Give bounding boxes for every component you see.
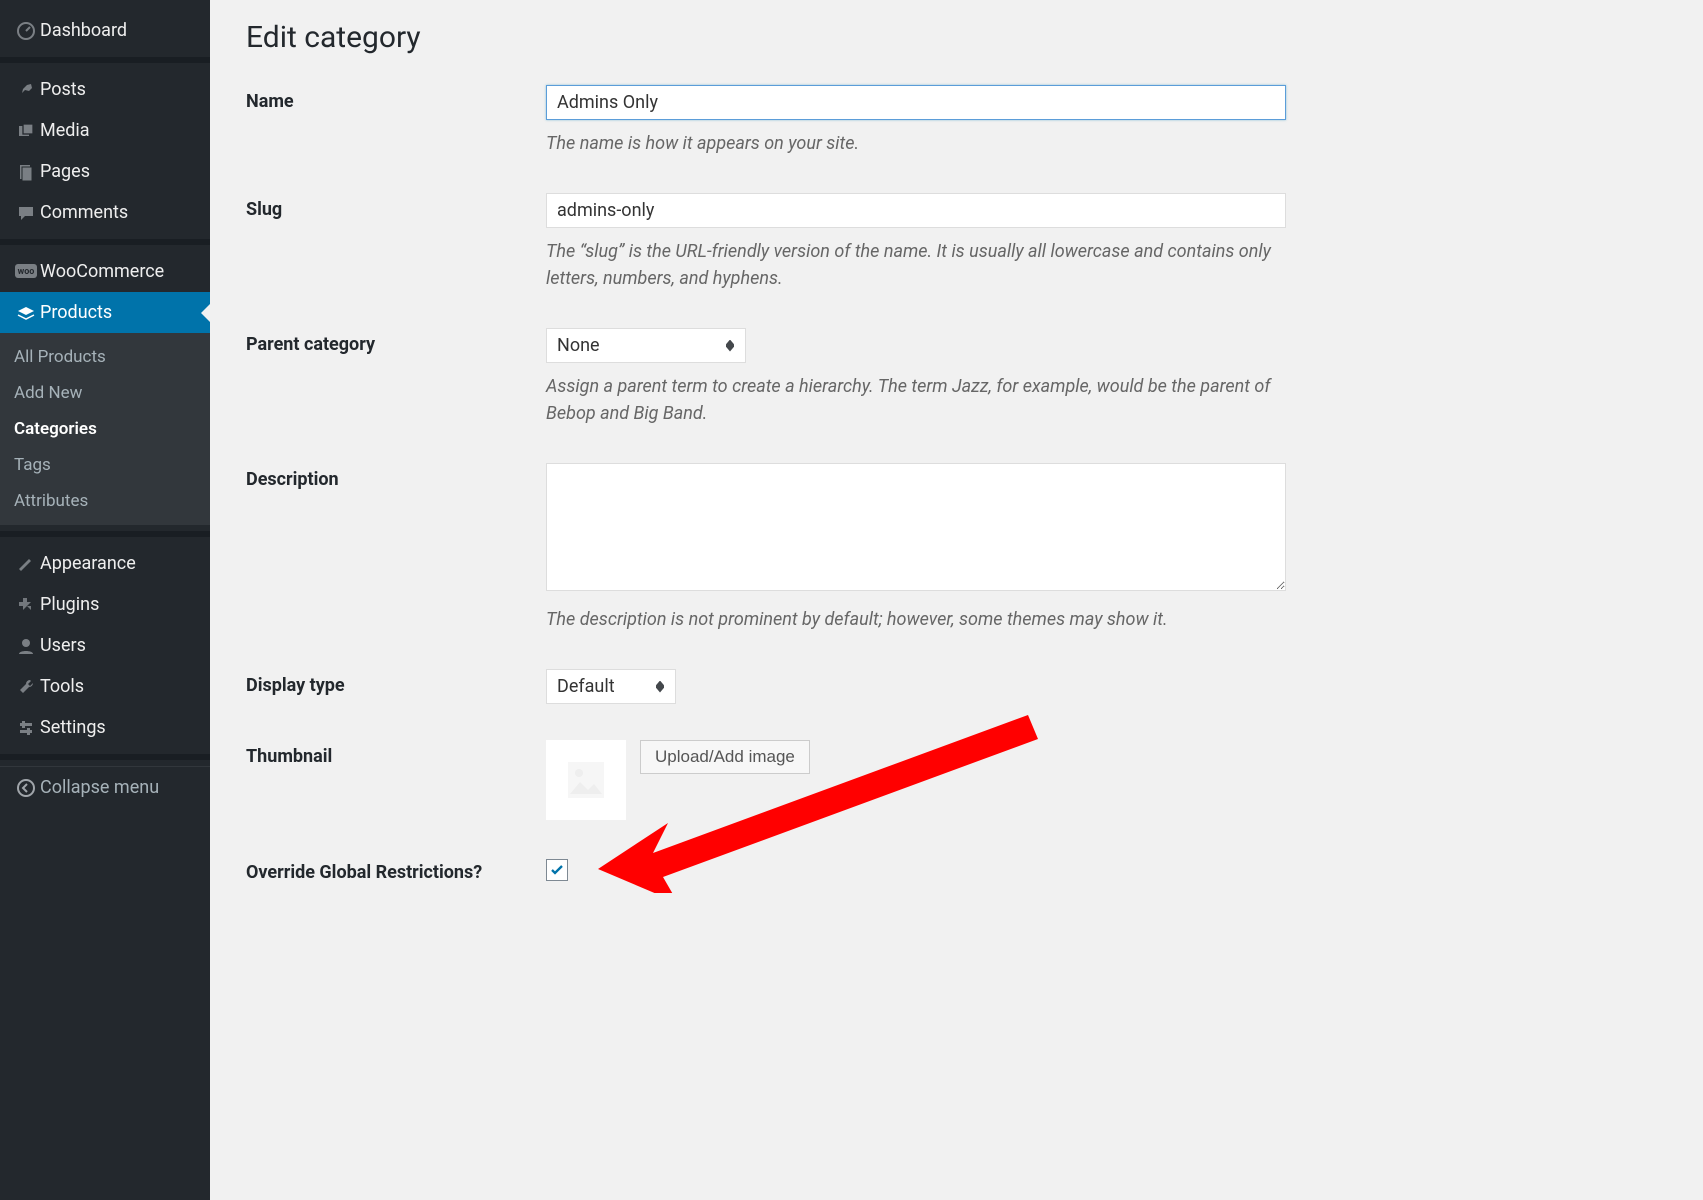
pages-icon bbox=[12, 162, 40, 182]
sidebar-item-products[interactable]: Products bbox=[0, 292, 210, 333]
products-icon bbox=[12, 303, 40, 323]
sidebar-item-woocommerce[interactable]: woo WooCommerce bbox=[0, 251, 210, 292]
sidebar-item-settings[interactable]: Settings bbox=[0, 707, 210, 748]
description-label: Description bbox=[246, 463, 546, 490]
sidebar-item-label: Comments bbox=[40, 202, 128, 223]
row-name: Name The name is how it appears on your … bbox=[246, 85, 1667, 157]
sidebar-item-label: Settings bbox=[40, 717, 106, 738]
upload-image-button[interactable]: Upload/Add image bbox=[640, 740, 810, 774]
slug-label: Slug bbox=[246, 193, 546, 220]
sidebar-item-plugins[interactable]: Plugins bbox=[0, 584, 210, 625]
description-textarea[interactable] bbox=[546, 463, 1286, 591]
sidebar-item-media[interactable]: Media bbox=[0, 110, 210, 151]
appearance-icon bbox=[12, 554, 40, 574]
submenu-attributes[interactable]: Attributes bbox=[0, 483, 210, 519]
sidebar-item-posts[interactable]: Posts bbox=[0, 69, 210, 110]
admin-sidebar: Dashboard Posts Media Pages Comments woo… bbox=[0, 0, 210, 1200]
sidebar-item-appearance[interactable]: Appearance bbox=[0, 543, 210, 584]
row-display-type: Display type Default bbox=[246, 669, 1667, 704]
users-icon bbox=[12, 636, 40, 656]
collapse-menu-label: Collapse menu bbox=[40, 777, 159, 798]
page-title: Edit category bbox=[246, 20, 1667, 55]
collapse-icon bbox=[12, 778, 40, 798]
name-label: Name bbox=[246, 85, 546, 112]
sidebar-separator bbox=[0, 57, 210, 63]
sidebar-separator bbox=[0, 754, 210, 760]
comments-icon bbox=[12, 203, 40, 223]
display-type-select[interactable]: Default bbox=[546, 669, 676, 704]
woo-icon: woo bbox=[12, 264, 40, 280]
slug-input[interactable] bbox=[546, 193, 1286, 228]
plugins-icon bbox=[12, 595, 40, 615]
media-icon bbox=[12, 121, 40, 141]
sidebar-item-pages[interactable]: Pages bbox=[0, 151, 210, 192]
description-help: The description is not prominent by defa… bbox=[546, 606, 1286, 633]
name-help: The name is how it appears on your site. bbox=[546, 130, 1286, 157]
name-input[interactable] bbox=[546, 85, 1286, 120]
sidebar-item-dashboard[interactable]: Dashboard bbox=[0, 10, 210, 51]
row-slug: Slug The “slug” is the URL-friendly vers… bbox=[246, 193, 1667, 292]
settings-icon bbox=[12, 718, 40, 738]
sidebar-item-label: Products bbox=[40, 302, 112, 323]
sidebar-item-comments[interactable]: Comments bbox=[0, 192, 210, 233]
svg-text:woo: woo bbox=[18, 267, 35, 277]
sidebar-item-label: Appearance bbox=[40, 553, 136, 574]
sidebar-separator bbox=[0, 239, 210, 245]
parent-help: Assign a parent term to create a hierarc… bbox=[546, 373, 1286, 427]
row-parent: Parent category None Assign a parent ter… bbox=[246, 328, 1667, 427]
override-label: Override Global Restrictions? bbox=[246, 856, 546, 883]
sidebar-item-label: Media bbox=[40, 120, 90, 141]
submenu-all-products[interactable]: All Products bbox=[0, 339, 210, 375]
submenu-categories[interactable]: Categories bbox=[0, 411, 210, 447]
sidebar-item-label: WooCommerce bbox=[40, 261, 164, 282]
sidebar-item-label: Tools bbox=[40, 676, 84, 697]
parent-label: Parent category bbox=[246, 328, 546, 355]
row-override: Override Global Restrictions? bbox=[246, 856, 1667, 883]
tools-icon bbox=[12, 677, 40, 697]
sidebar-item-label: Dashboard bbox=[40, 20, 127, 41]
slug-help: The “slug” is the URL-friendly version o… bbox=[546, 238, 1286, 292]
sidebar-item-label: Posts bbox=[40, 79, 86, 100]
sidebar-item-label: Pages bbox=[40, 161, 90, 182]
products-submenu: All Products Add New Categories Tags Att… bbox=[0, 333, 210, 525]
override-checkbox[interactable] bbox=[546, 859, 568, 881]
row-thumbnail: Thumbnail Upload/Add image bbox=[246, 740, 1667, 820]
sidebar-item-label: Users bbox=[40, 635, 86, 656]
sidebar-separator bbox=[0, 531, 210, 537]
submenu-tags[interactable]: Tags bbox=[0, 447, 210, 483]
submenu-add-new[interactable]: Add New bbox=[0, 375, 210, 411]
thumbnail-label: Thumbnail bbox=[246, 740, 546, 767]
thumbnail-placeholder bbox=[546, 740, 626, 820]
sidebar-item-tools[interactable]: Tools bbox=[0, 666, 210, 707]
collapse-menu[interactable]: Collapse menu bbox=[0, 766, 210, 808]
dashboard-icon bbox=[12, 21, 40, 41]
parent-select[interactable]: None bbox=[546, 328, 746, 363]
sidebar-item-users[interactable]: Users bbox=[0, 625, 210, 666]
display-type-label: Display type bbox=[246, 669, 546, 696]
pin-icon bbox=[12, 80, 40, 100]
row-description: Description The description is not promi… bbox=[246, 463, 1667, 633]
main-content: Edit category Name The name is how it ap… bbox=[210, 0, 1703, 1200]
sidebar-item-label: Plugins bbox=[40, 594, 99, 615]
